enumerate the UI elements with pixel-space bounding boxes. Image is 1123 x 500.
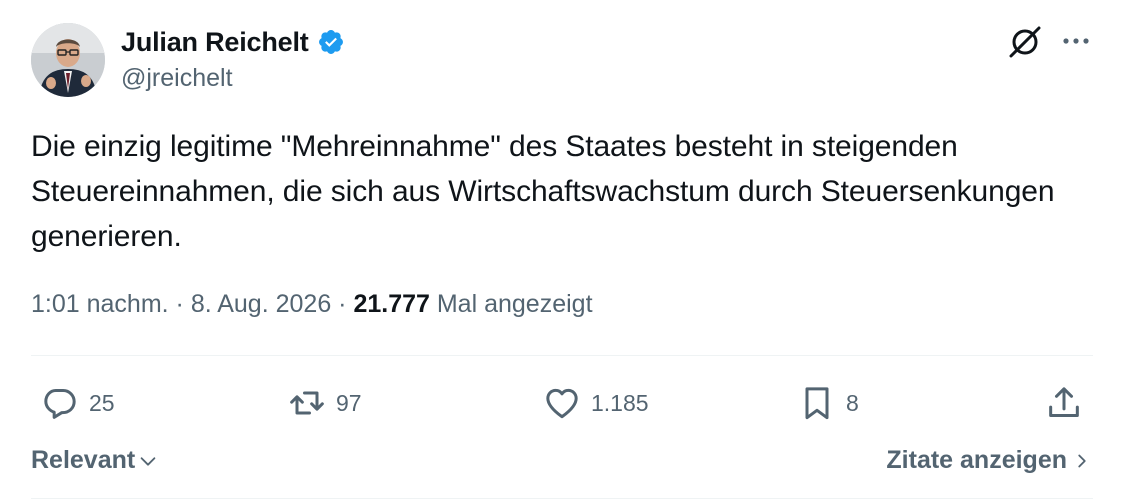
author-handle[interactable]: @jreichelt [121,64,233,93]
chevron-down-icon [140,456,156,466]
tweet-card: Julian Reichelt @jreichelt Die einzig le… [0,0,1123,500]
view-quotes-link[interactable]: Zitate anzeigen [886,446,1089,475]
bookmark-icon [805,387,829,420]
share-icon [1049,387,1079,417]
like-count: 1.185 [591,389,649,416]
views-count: 21.777 [353,290,430,318]
author-display-name[interactable]: Julian Reichelt [121,27,309,58]
bookmark-button[interactable]: 8 [797,383,859,423]
tweet-text: Die einzig legitime "Mehreinnahme" des S… [31,130,1055,253]
retweet-icon [290,391,324,415]
meta-separator: · [168,290,191,318]
author-name-row: Julian Reichelt [121,26,345,58]
chevron-right-icon [1078,454,1086,467]
sort-label: Relevant [31,446,136,474]
tweet-meta: 1:01 nachm. · 8. Aug. 2026 · 21.777 Mal … [31,290,593,319]
avatar-image [31,23,105,97]
like-button[interactable]: 1.185 [542,383,649,423]
retweet-button[interactable]: 97 [287,383,362,423]
avatar[interactable] [31,23,105,97]
sort-dropdown[interactable]: Relevant [31,446,159,475]
tweet-time[interactable]: 1:01 nachm. [31,290,169,318]
reply-button[interactable]: 25 [40,383,115,423]
views-label: Mal angezeigt [436,290,593,318]
reply-count: 25 [89,389,115,416]
more-icon[interactable] [1059,28,1093,54]
grok-icon[interactable] [1007,24,1043,60]
share-button[interactable] [1044,383,1084,423]
divider [31,355,1093,356]
heart-icon [546,388,578,419]
verified-badge-icon[interactable] [317,28,345,56]
quotes-label: Zitate anzeigen [886,446,1067,474]
reply-icon [44,389,76,419]
retweet-count: 97 [336,389,362,416]
tweet-date[interactable]: 8. Aug. 2026 [191,290,331,318]
divider [31,498,1093,499]
meta-separator: · [331,290,354,318]
bookmark-count: 8 [846,389,859,416]
